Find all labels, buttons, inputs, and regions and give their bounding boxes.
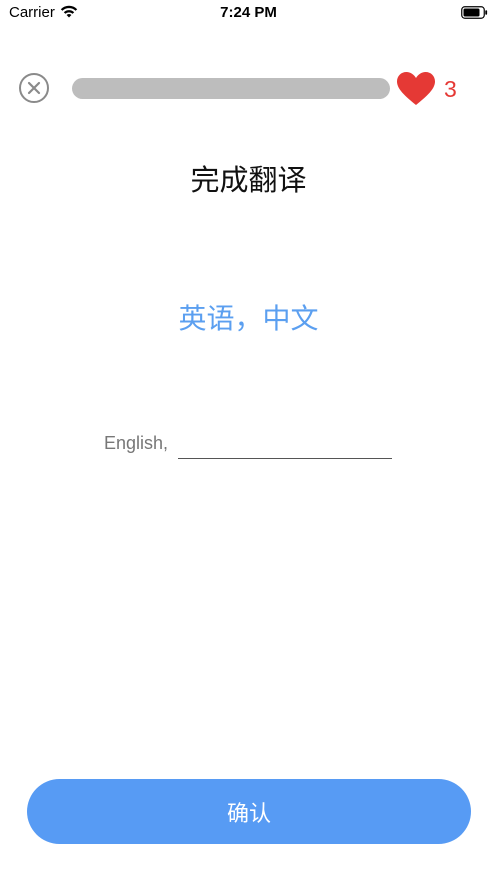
close-icon — [27, 81, 41, 95]
clock: 7:24 PM — [220, 4, 277, 21]
status-bar: Carrier 7:24 PM — [0, 0, 497, 26]
confirm-button[interactable]: 确认 — [27, 779, 471, 844]
close-button[interactable] — [19, 73, 49, 103]
lesson-progress-bar — [72, 78, 390, 99]
page-title: 完成翻译 — [190, 163, 307, 197]
translation-prompt: 英语，中文 — [178, 302, 319, 335]
answer-row: English, — [104, 430, 404, 462]
battery-icon — [461, 6, 488, 19]
hearts-count: 3 — [444, 76, 457, 102]
heart-icon — [397, 72, 435, 105]
answer-input[interactable] — [178, 430, 392, 459]
answer-prefix: English, — [104, 433, 169, 453]
